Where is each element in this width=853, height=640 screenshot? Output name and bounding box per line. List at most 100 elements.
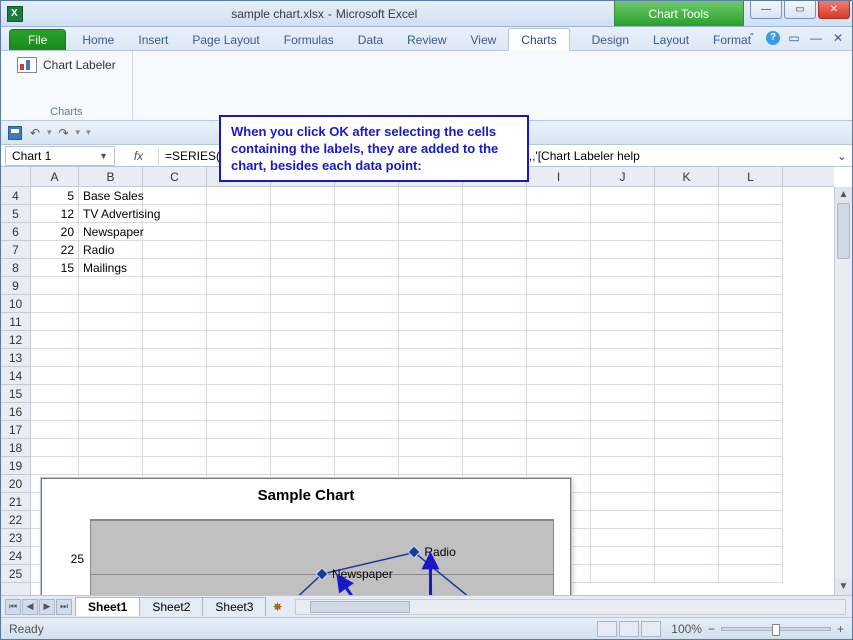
cell-D6[interactable] bbox=[207, 223, 271, 241]
cell-A4[interactable]: 5 bbox=[31, 187, 79, 205]
cell-K7[interactable] bbox=[655, 241, 719, 259]
cell-C7[interactable] bbox=[143, 241, 207, 259]
cell-D13[interactable] bbox=[207, 349, 271, 367]
cell-I15[interactable] bbox=[527, 385, 591, 403]
cell-B5[interactable]: TV Advertising bbox=[79, 205, 143, 223]
cell-G13[interactable] bbox=[399, 349, 463, 367]
close-button[interactable]: ✕ bbox=[818, 1, 850, 19]
tab-review[interactable]: Review bbox=[395, 29, 458, 50]
cell-I6[interactable] bbox=[527, 223, 591, 241]
cell-J21[interactable] bbox=[591, 493, 655, 511]
tab-home[interactable]: Home bbox=[70, 29, 126, 50]
cell-L7[interactable] bbox=[719, 241, 783, 259]
cell-I11[interactable] bbox=[527, 313, 591, 331]
cell-C13[interactable] bbox=[143, 349, 207, 367]
cell-J5[interactable] bbox=[591, 205, 655, 223]
cell-B12[interactable] bbox=[79, 331, 143, 349]
sheet-nav-next-icon[interactable]: ▶ bbox=[39, 599, 55, 615]
cell-L5[interactable] bbox=[719, 205, 783, 223]
cell-E14[interactable] bbox=[271, 367, 335, 385]
cell-K15[interactable] bbox=[655, 385, 719, 403]
cell-C15[interactable] bbox=[143, 385, 207, 403]
cell-D14[interactable] bbox=[207, 367, 271, 385]
cell-F13[interactable] bbox=[335, 349, 399, 367]
select-all-corner[interactable] bbox=[1, 167, 31, 187]
cell-D5[interactable] bbox=[207, 205, 271, 223]
zoom-slider[interactable] bbox=[721, 627, 831, 631]
cell-E11[interactable] bbox=[271, 313, 335, 331]
column-header-C[interactable]: C bbox=[143, 167, 207, 186]
cell-A17[interactable] bbox=[31, 421, 79, 439]
cell-A15[interactable] bbox=[31, 385, 79, 403]
cell-H8[interactable] bbox=[463, 259, 527, 277]
cell-G15[interactable] bbox=[399, 385, 463, 403]
name-box-dropdown-icon[interactable]: ▼ bbox=[99, 151, 108, 161]
cell-B11[interactable] bbox=[79, 313, 143, 331]
cell-C10[interactable] bbox=[143, 295, 207, 313]
cell-G19[interactable] bbox=[399, 457, 463, 475]
cell-D9[interactable] bbox=[207, 277, 271, 295]
cell-G5[interactable] bbox=[399, 205, 463, 223]
cell-K16[interactable] bbox=[655, 403, 719, 421]
row-header-9[interactable]: 9 bbox=[1, 277, 30, 295]
cell-J22[interactable] bbox=[591, 511, 655, 529]
plot-area[interactable]: Base SalesTV AdvertisingNewspaperRadioMa… bbox=[90, 519, 554, 595]
cell-H11[interactable] bbox=[463, 313, 527, 331]
row-header-22[interactable]: 22 bbox=[1, 511, 30, 529]
cell-H10[interactable] bbox=[463, 295, 527, 313]
cell-K14[interactable] bbox=[655, 367, 719, 385]
cell-F17[interactable] bbox=[335, 421, 399, 439]
tab-view[interactable]: View bbox=[459, 29, 509, 50]
cell-K5[interactable] bbox=[655, 205, 719, 223]
cell-D8[interactable] bbox=[207, 259, 271, 277]
cell-A16[interactable] bbox=[31, 403, 79, 421]
cell-C19[interactable] bbox=[143, 457, 207, 475]
qat-customize-icon[interactable]: ▾ bbox=[86, 127, 91, 138]
cell-G4[interactable] bbox=[399, 187, 463, 205]
cell-J12[interactable] bbox=[591, 331, 655, 349]
cell-L12[interactable] bbox=[719, 331, 783, 349]
row-header-4[interactable]: 4 bbox=[1, 187, 30, 205]
cell-K13[interactable] bbox=[655, 349, 719, 367]
cell-I14[interactable] bbox=[527, 367, 591, 385]
cell-G7[interactable] bbox=[399, 241, 463, 259]
cell-A13[interactable] bbox=[31, 349, 79, 367]
cell-F16[interactable] bbox=[335, 403, 399, 421]
chart-object[interactable]: Sample Chart 510152025 Base SalesTV Adve… bbox=[41, 478, 571, 595]
cell-J16[interactable] bbox=[591, 403, 655, 421]
name-box[interactable]: Chart 1 ▼ bbox=[5, 146, 115, 166]
cell-H15[interactable] bbox=[463, 385, 527, 403]
cell-E12[interactable] bbox=[271, 331, 335, 349]
cell-H6[interactable] bbox=[463, 223, 527, 241]
row-header-25[interactable]: 25 bbox=[1, 565, 30, 583]
help-icon[interactable]: ? bbox=[766, 31, 780, 45]
row-header-10[interactable]: 10 bbox=[1, 295, 30, 313]
scroll-up-icon[interactable]: ▲ bbox=[835, 187, 852, 203]
cell-E15[interactable] bbox=[271, 385, 335, 403]
cell-L21[interactable] bbox=[719, 493, 783, 511]
cell-A14[interactable] bbox=[31, 367, 79, 385]
cell-B4[interactable]: Base Sales bbox=[79, 187, 143, 205]
cell-L25[interactable] bbox=[719, 565, 783, 583]
horizontal-scrollbar[interactable] bbox=[295, 599, 846, 615]
cell-B13[interactable] bbox=[79, 349, 143, 367]
cell-J13[interactable] bbox=[591, 349, 655, 367]
tab-charts[interactable]: Charts bbox=[508, 28, 569, 51]
cell-B19[interactable] bbox=[79, 457, 143, 475]
cell-E6[interactable] bbox=[271, 223, 335, 241]
cell-J10[interactable] bbox=[591, 295, 655, 313]
cell-A11[interactable] bbox=[31, 313, 79, 331]
cell-L9[interactable] bbox=[719, 277, 783, 295]
cell-K20[interactable] bbox=[655, 475, 719, 493]
cell-D11[interactable] bbox=[207, 313, 271, 331]
cell-B17[interactable] bbox=[79, 421, 143, 439]
cell-H9[interactable] bbox=[463, 277, 527, 295]
cell-F8[interactable] bbox=[335, 259, 399, 277]
row-header-24[interactable]: 24 bbox=[1, 547, 30, 565]
cell-H18[interactable] bbox=[463, 439, 527, 457]
cell-E16[interactable] bbox=[271, 403, 335, 421]
cell-I12[interactable] bbox=[527, 331, 591, 349]
cell-G12[interactable] bbox=[399, 331, 463, 349]
cell-L18[interactable] bbox=[719, 439, 783, 457]
column-header-B[interactable]: B bbox=[79, 167, 143, 186]
